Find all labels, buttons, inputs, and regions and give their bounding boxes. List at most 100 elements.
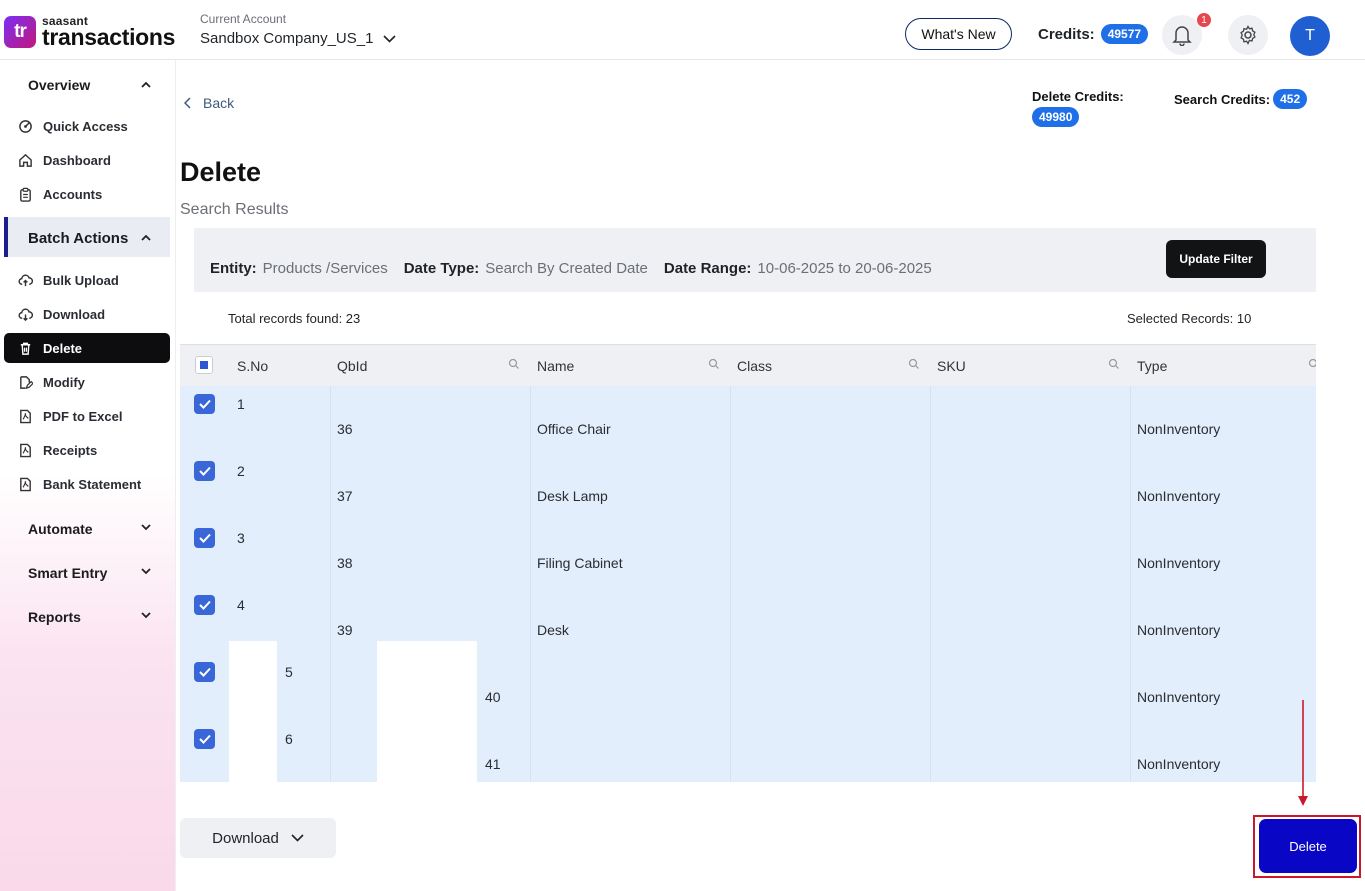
back-link[interactable]: Back xyxy=(184,95,234,111)
bank-statement-icon xyxy=(20,477,31,492)
settings-button[interactable] xyxy=(1228,15,1268,55)
app-logo[interactable]: tr saasant transactions xyxy=(4,15,175,49)
cell-type: NonInventory xyxy=(1137,488,1221,504)
column-header-class[interactable]: Class xyxy=(737,358,772,374)
sidebar-item-pdf-to-excel[interactable]: PDF to Excel xyxy=(18,409,122,424)
account-switcher: Current Account Sandbox Company_US_1 xyxy=(200,12,397,47)
search-icon[interactable] xyxy=(708,358,720,370)
chevron-down-icon[interactable] xyxy=(140,521,152,533)
row-checkbox[interactable] xyxy=(194,461,215,481)
row-checkbox[interactable] xyxy=(194,662,215,682)
results-table: S.No QbId Name Class SKU Type 1 36 Offic… xyxy=(180,344,1316,782)
chevron-down-icon[interactable] xyxy=(140,609,152,621)
entity-value: Products /Services xyxy=(262,260,388,277)
sidebar-item-accounts[interactable]: Accounts xyxy=(18,187,102,202)
cell-sno: 5 xyxy=(285,664,293,680)
select-all-checkbox[interactable] xyxy=(195,356,213,374)
sidebar-section-overview[interactable]: Overview xyxy=(28,77,90,93)
row-checkbox[interactable] xyxy=(194,394,215,414)
account-value: Sandbox Company_US_1 xyxy=(200,30,374,47)
sidebar-item-label: Download xyxy=(43,307,106,322)
total-records: Total records found: 23 xyxy=(228,311,361,326)
sidebar-item-label: Bank Statement xyxy=(43,477,142,492)
column-header-qbid[interactable]: QbId xyxy=(337,358,367,374)
sidebar-item-bank-statement[interactable]: Bank Statement xyxy=(18,477,141,492)
cell-qbid: 39 xyxy=(337,622,353,638)
search-icon[interactable] xyxy=(1308,358,1316,370)
checkmark-icon xyxy=(198,399,211,409)
top-header: tr saasant transactions Current Account … xyxy=(0,0,1365,60)
row-checkbox[interactable] xyxy=(194,729,215,749)
date-type-label: Date Type: xyxy=(403,260,480,277)
cell-qbid: 37 xyxy=(337,488,353,504)
sidebar-item-label: Bulk Upload xyxy=(43,273,119,288)
delete-credits-label: Delete Credits: xyxy=(1032,89,1124,104)
entity-label: Entity: xyxy=(210,260,257,277)
chevron-down-icon[interactable] xyxy=(140,565,152,577)
checkmark-icon xyxy=(198,600,211,610)
table-row[interactable]: 5 40 NonInventory xyxy=(180,654,1316,721)
update-filter-button[interactable]: Update Filter xyxy=(1166,240,1266,278)
column-divider xyxy=(930,386,931,782)
checkmark-icon xyxy=(198,533,211,543)
trash-icon xyxy=(20,342,31,355)
table-body: 1 36 Office Chair NonInventory 2 37 Desk… xyxy=(180,386,1316,782)
chevron-up-icon[interactable] xyxy=(140,79,152,91)
sidebar-section-automate[interactable]: Automate xyxy=(28,521,93,537)
sidebar-item-quick-access[interactable]: Quick Access xyxy=(18,119,128,134)
logo-mark: tr xyxy=(4,16,36,48)
date-type-value: Search By Created Date xyxy=(485,260,648,277)
cell-name: Desk xyxy=(537,622,569,638)
search-icon[interactable] xyxy=(908,358,920,370)
sidebar-item-dashboard[interactable]: Dashboard xyxy=(18,153,111,168)
chevron-left-icon xyxy=(184,97,191,109)
cell-name: Office Chair xyxy=(537,421,611,437)
table-row[interactable]: 1 36 Office Chair NonInventory xyxy=(180,386,1316,453)
row-checkbox[interactable] xyxy=(194,528,215,548)
cell-sno: 1 xyxy=(237,396,245,412)
sidebar-section-reports[interactable]: Reports xyxy=(28,609,81,625)
account-select[interactable]: Sandbox Company_US_1 xyxy=(200,30,397,47)
sidebar-item-receipts[interactable]: Receipts xyxy=(18,443,97,458)
cell-qbid: 36 xyxy=(337,421,353,437)
column-header-sno[interactable]: S.No xyxy=(237,358,268,374)
cloud-upload-icon xyxy=(18,274,33,287)
chevron-up-icon[interactable] xyxy=(140,232,152,244)
download-dropdown-button[interactable]: Download xyxy=(180,818,336,858)
user-avatar[interactable]: T xyxy=(1290,16,1330,56)
column-header-type[interactable]: Type xyxy=(1137,358,1167,374)
table-row[interactable]: 2 37 Desk Lamp NonInventory xyxy=(180,453,1316,520)
table-row[interactable]: 4 39 Desk NonInventory xyxy=(180,587,1316,654)
notifications-button[interactable] xyxy=(1162,15,1202,55)
cell-type: NonInventory xyxy=(1137,756,1221,772)
whats-new-button[interactable]: What's New xyxy=(905,18,1012,50)
row-checkbox[interactable] xyxy=(194,595,215,615)
download-label: Download xyxy=(212,829,279,847)
cell-type: NonInventory xyxy=(1137,555,1221,571)
table-header: S.No QbId Name Class SKU Type xyxy=(180,344,1316,386)
bell-icon xyxy=(1172,26,1192,46)
account-label: Current Account xyxy=(200,12,287,26)
back-label: Back xyxy=(203,95,235,111)
date-range-value: 10-06-2025 to 20-06-2025 xyxy=(757,260,932,277)
search-icon[interactable] xyxy=(1108,358,1120,370)
quick-access-icon xyxy=(19,120,32,133)
column-header-name[interactable]: Name xyxy=(537,358,574,374)
sidebar-section-smart-entry[interactable]: Smart Entry xyxy=(28,565,107,581)
edit-file-icon xyxy=(20,376,33,390)
sidebar-item-download[interactable]: Download xyxy=(18,307,105,322)
search-icon[interactable] xyxy=(508,358,520,370)
home-icon xyxy=(19,153,32,167)
table-row[interactable]: 6 41 NonInventory xyxy=(180,721,1316,782)
table-row[interactable]: 3 38 Filing Cabinet NonInventory xyxy=(180,520,1316,587)
sidebar-item-label: Accounts xyxy=(43,187,103,202)
sidebar-item-modify[interactable]: Modify xyxy=(18,375,85,390)
sidebar-item-bulk-upload[interactable]: Bulk Upload xyxy=(18,273,119,288)
sidebar-item-delete[interactable]: Delete xyxy=(18,341,82,356)
page-title: Delete xyxy=(180,157,262,187)
cell-type: NonInventory xyxy=(1137,689,1221,705)
column-header-sku[interactable]: SKU xyxy=(937,358,966,374)
delete-button[interactable]: Delete xyxy=(1259,819,1357,873)
column-divider xyxy=(730,386,731,782)
credits-display: Credits: 49577 xyxy=(1038,24,1149,44)
